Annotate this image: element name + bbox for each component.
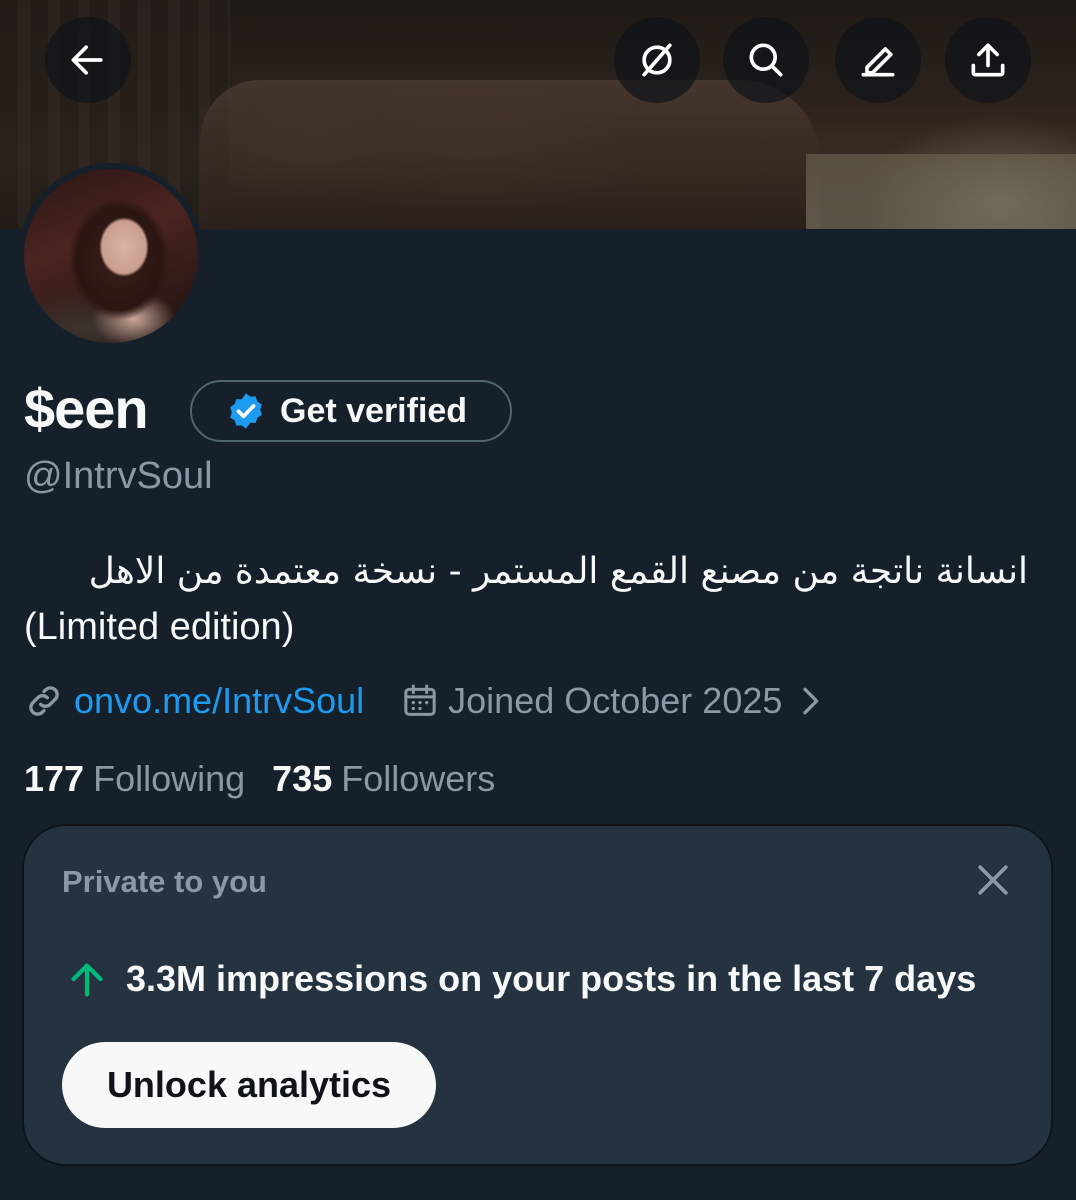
share-button[interactable] — [945, 17, 1031, 103]
edit-button[interactable] — [835, 17, 921, 103]
unlock-analytics-button[interactable]: Unlock analytics — [62, 1042, 436, 1128]
impressions-text: 3.3M impressions on your posts in the la… — [126, 958, 977, 999]
link-icon — [29, 686, 59, 716]
handle: @IntrvSoul — [24, 455, 213, 497]
verified-badge-icon — [230, 393, 262, 429]
grok-icon — [642, 43, 672, 77]
avatar[interactable] — [18, 163, 204, 349]
following-label: Following — [93, 758, 246, 799]
edit-icon — [861, 47, 895, 77]
profile-link[interactable]: onvo.me/IntrvSoul — [74, 680, 364, 722]
followers-label: Followers — [341, 758, 496, 799]
back-arrow-icon — [71, 45, 103, 75]
arrow-up-icon — [71, 963, 103, 997]
get-verified-label: Get verified — [280, 391, 468, 430]
avatar-image — [24, 169, 198, 343]
following-link[interactable]: 177 Following — [24, 758, 245, 800]
card-title: Private to you — [62, 864, 267, 899]
followers-count: 735 — [272, 758, 333, 799]
followers-link[interactable]: 735 Followers — [272, 758, 495, 800]
chevron-right-icon[interactable] — [790, 681, 830, 721]
following-count: 177 — [24, 758, 85, 799]
back-button[interactable] — [45, 17, 131, 103]
private-analytics-card: Private to you 3.3M impressions on your … — [22, 824, 1053, 1166]
profile-meta: onvo.me/IntrvSoul Joined October 2025 — [24, 680, 830, 722]
impressions-stat: 3.3M impressions on your posts in the la… — [64, 956, 976, 1002]
search-icon — [749, 43, 783, 77]
get-verified-button[interactable]: Get verified — [190, 380, 512, 442]
banner-couch — [200, 80, 820, 229]
close-icon[interactable] — [971, 858, 1015, 902]
joined-date[interactable]: Joined October 2025 — [448, 680, 782, 722]
grok-button[interactable] — [614, 17, 700, 103]
banner-floor — [806, 154, 1076, 229]
follow-stats: 177 Following 735 Followers — [24, 758, 495, 800]
bio-english: (Limited edition) — [24, 606, 295, 648]
bio-arabic: انسانة ناتجة من مصنع القمع المستمر - نسخ… — [88, 551, 1028, 592]
display-name: $een — [24, 377, 149, 440]
calendar-icon — [404, 684, 436, 716]
search-button[interactable] — [723, 17, 809, 103]
share-icon — [971, 43, 1005, 77]
